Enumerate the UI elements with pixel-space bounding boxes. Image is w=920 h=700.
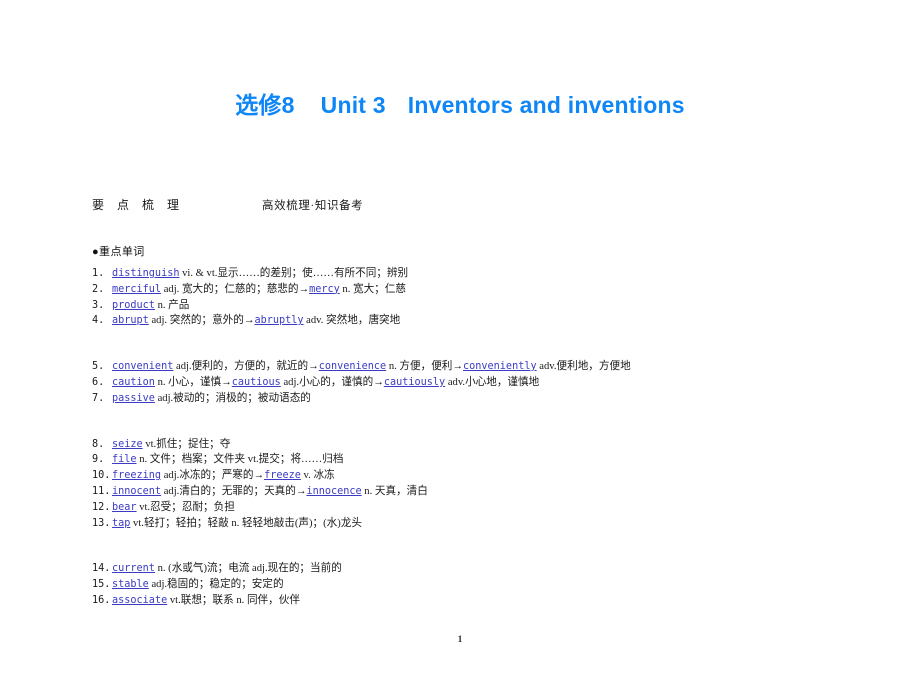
entry-definition: adj. 突然的；意外的→: [148, 315, 255, 327]
entry-headword: caution: [112, 376, 155, 388]
entry-number: 8.: [92, 438, 105, 450]
entry-definition: adj.便利的，方便的，就近的→: [173, 361, 319, 373]
entry-derived-definition: n. 方便，便利→: [386, 361, 463, 373]
entry-derived-word: cautious: [231, 376, 281, 388]
entry-definition: adj.稳固的；稳定的；安定的: [148, 579, 284, 591]
entry-derived-word: freeze: [264, 470, 301, 482]
entry-number: 16.: [92, 594, 111, 606]
page-number: 1: [457, 634, 463, 644]
entry-headword: tap: [112, 517, 131, 529]
entry-definition: vt.忍受；忍耐；负担: [136, 501, 235, 513]
entry-derived-word: cautiously: [383, 376, 446, 388]
vocabulary-group-4: 14. current n. (水或气)流；电流 adj.现在的；当前的 15. s…: [92, 561, 872, 608]
entry-definition: n. 小心，谨慎→: [154, 376, 232, 388]
entry-headword: associate: [112, 594, 168, 606]
entry-number: 7.: [92, 392, 105, 404]
entry-number: 4.: [92, 315, 105, 327]
entry-definition: vt.轻打；轻拍；轻敲 n. 轻轻地敲击(声)；(水)龙头: [130, 517, 362, 529]
title-book: 选修8: [235, 92, 295, 118]
entry-number: 1.: [92, 268, 105, 279]
entry-derived-word: convenience: [318, 361, 387, 373]
title-unit: Unit 3: [320, 92, 386, 118]
entry-number: 2.: [92, 283, 105, 295]
entry-number: 5.: [92, 361, 105, 373]
entry-definition: adj.冰冻的；严寒的→: [161, 470, 265, 482]
entry-derived-definition: adv.便利地，方便地: [536, 361, 631, 373]
entry-number: 15.: [92, 579, 111, 591]
vocabulary-entry: 9. file n. 文件；档案；文件夹 vt.提交；将……归档: [92, 452, 872, 468]
section-header-secondary: 高效梳理·知识备考: [262, 200, 364, 212]
entry-definition: n. 产品: [154, 299, 190, 311]
vocabulary-entry: 1. distinguish vi. & vt.显示……的差别；使……有所不同；辨…: [92, 266, 872, 282]
vocabulary-entry: 13. tap vt.轻打；轻拍；轻敲 n. 轻轻地敲击(声)；(水)龙头: [92, 516, 872, 532]
vocabulary-section: ●重点单词 1. distinguish vi. & vt.显示……的差别；使………: [92, 244, 872, 609]
entry-derived-word: innocence: [306, 485, 362, 497]
entry-definition: vt.联想；联系 n. 同伴，伙伴: [167, 594, 300, 606]
vocabulary-entry: 4. abrupt adj. 突然的；意外的→abruptly adv. 突然地，…: [92, 313, 872, 329]
entry-derived-word: conveniently: [463, 361, 537, 373]
vocabulary-entry: 11. innocent adj.清白的；无罪的；天真的→innocence n.…: [92, 484, 872, 500]
entry-headword: passive: [112, 392, 155, 404]
vocabulary-entry: 2. merciful adj. 宽大的；仁慈的；慈悲的→mercy n. 宽大；…: [92, 282, 872, 298]
entry-headword: convenient: [112, 361, 174, 373]
vocabulary-entry: 8. seize vt.抓住；捉住；夺: [92, 437, 872, 453]
page-title: 选修8 Unit 3 Inventors and inventions: [0, 86, 920, 120]
entry-headword: stable: [112, 579, 149, 591]
entry-definition: vt.抓住；捉住；夺: [142, 438, 231, 450]
vocabulary-entry: 16. associate vt.联想；联系 n. 同伴，伙伴: [92, 593, 872, 609]
entry-derived-definition: n. 天真，清白: [361, 485, 428, 497]
entry-number: 9.: [92, 454, 105, 466]
entry-number: 12.: [92, 501, 111, 513]
vocabulary-entry: 15. stable adj.稳固的；稳定的；安定的: [92, 577, 872, 593]
vocabulary-entry: 12. bear vt.忍受；忍耐；负担: [92, 500, 872, 516]
entry-headword: merciful: [112, 283, 162, 295]
entry-number: 14.: [92, 563, 111, 575]
vocabulary-entry: 10. freezing adj.冰冻的；严寒的→freeze v. 冰冻: [92, 468, 872, 484]
vocabulary-entry: 14. current n. (水或气)流；电流 adj.现在的；当前的: [92, 561, 872, 577]
vocabulary-heading: ●重点单词: [92, 246, 145, 258]
entry-headword: bear: [112, 501, 137, 513]
entry-headword: innocent: [112, 485, 162, 497]
entry-definition: vi. & vt.显示……的差别；使……有所不同；辨别: [179, 268, 409, 279]
vocabulary-entry: 5. convenient adj.便利的，方便的，就近的→convenience…: [92, 359, 872, 375]
entry-number: 13.: [92, 517, 111, 529]
entry-definition: n. (水或气)流；电流 adj.现在的；当前的: [154, 563, 342, 575]
vocabulary-entry: 3. product n. 产品: [92, 298, 872, 314]
entry-definition: adj.被动的；消极的；被动语态的: [154, 392, 311, 404]
entry-derived-definition: v. 冰冻: [300, 470, 335, 482]
entry-headword: freezing: [112, 470, 162, 482]
title-topic: Inventors and inventions: [407, 92, 685, 118]
entry-number: 6.: [92, 376, 105, 388]
section-header-primary: 要 点 梳 理: [92, 198, 185, 212]
entry-definition: adj. 宽大的；仁慈的；慈悲的→: [161, 283, 310, 295]
entry-headword: distinguish: [112, 268, 180, 279]
entry-derived-word: abruptly: [254, 315, 304, 327]
entry-derived-definition: n. 宽大；仁慈: [339, 283, 406, 295]
entry-headword: product: [112, 299, 155, 311]
entry-derived-definition: adv. 突然地，唐突地: [303, 315, 401, 327]
entry-derived-definition: adv.小心地，谨慎地: [445, 376, 540, 388]
vocabulary-group-2: 5. convenient adj.便利的，方便的，就近的→convenience…: [92, 359, 872, 406]
section-header: 要 点 梳 理 高效梳理·知识备考: [92, 196, 832, 213]
entry-definition: adj.清白的；无罪的；天真的→: [161, 485, 307, 497]
entry-number: 3.: [92, 299, 105, 311]
vocabulary-entry: 7. passive adj.被动的；消极的；被动语态的: [92, 391, 872, 407]
entry-number: 11.: [92, 485, 111, 497]
vocabulary-entry: 6. caution n. 小心，谨慎→cautious adj.小心的，谨慎的→…: [92, 375, 872, 391]
vocabulary-group-1: 1. distinguish vi. & vt.显示……的差别；使……有所不同；辨…: [92, 266, 872, 329]
entry-headword: file: [112, 454, 137, 466]
entry-derived-word: mercy: [309, 283, 340, 295]
entry-derived-definition: adj.小心的，谨慎的→: [280, 376, 384, 388]
entry-definition: n. 文件；档案；文件夹 vt.提交；将……归档: [136, 454, 344, 466]
entry-headword: seize: [112, 438, 143, 450]
entry-headword: current: [112, 563, 155, 575]
vocabulary-group-3: 8. seize vt.抓住；捉住；夺 9. file n. 文件；档案；文件夹 v…: [92, 437, 872, 532]
entry-number: 10.: [92, 470, 111, 482]
entry-headword: abrupt: [112, 315, 149, 327]
